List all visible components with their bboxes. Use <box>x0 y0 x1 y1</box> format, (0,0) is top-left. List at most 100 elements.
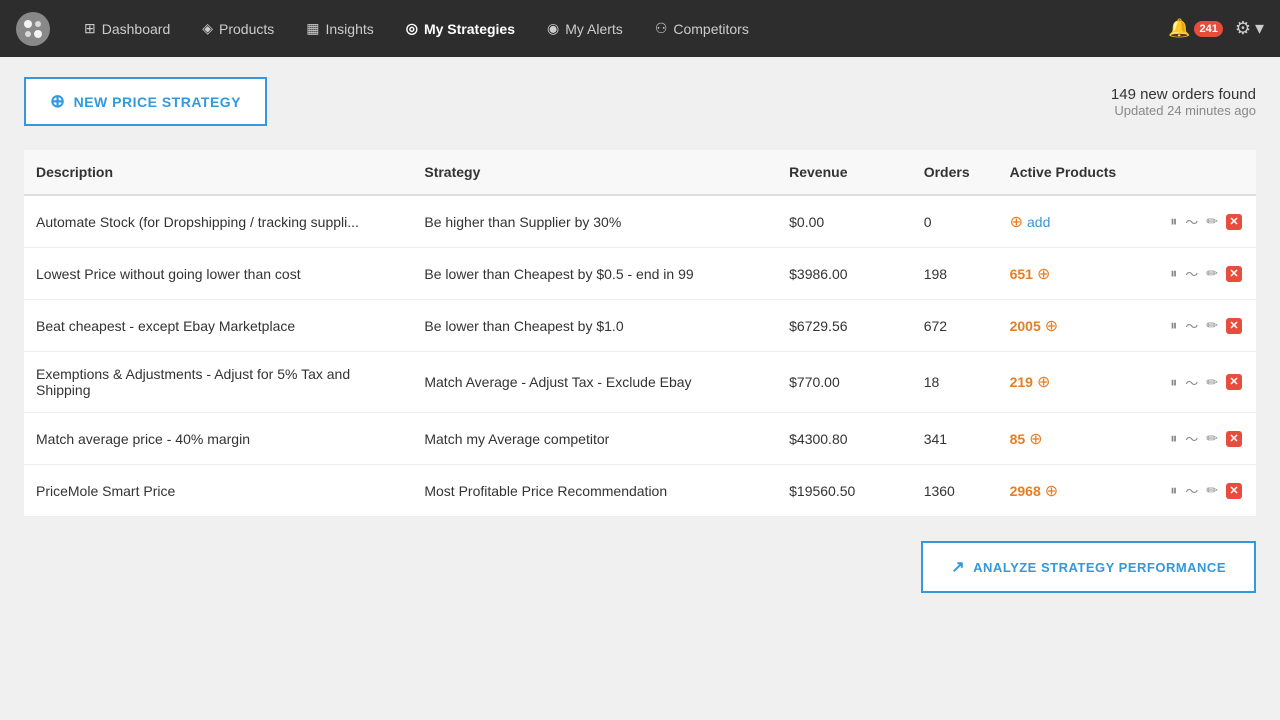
chart-icon: ▦ <box>306 20 319 37</box>
trend-icon: ↗ <box>951 557 965 577</box>
delete-button[interactable]: ✕ <box>1224 429 1244 449</box>
cell-active-products: 651⊕ <box>998 248 1157 300</box>
table-row: Exemptions & Adjustments - Adjust for 5%… <box>24 352 1256 413</box>
orders-updated-text: Updated 24 minutes ago <box>1111 103 1256 118</box>
edit-button[interactable]: ✏ <box>1204 428 1220 449</box>
active-count: 2968 <box>1010 483 1041 499</box>
cell-actions: ⏸ 〜 ✏ ✕ <box>1156 195 1256 248</box>
cell-actions: ⏸ 〜 ✏ ✕ <box>1156 465 1256 517</box>
cell-orders: 672 <box>912 300 998 352</box>
col-header-description: Description <box>24 150 412 195</box>
grid-icon: ⊞ <box>84 20 96 37</box>
pause-button[interactable]: ⏸ <box>1168 480 1179 501</box>
delete-button[interactable]: ✕ <box>1224 481 1244 501</box>
delete-button[interactable]: ✕ <box>1224 372 1244 392</box>
settings-button[interactable]: ⚙ ▾ <box>1235 18 1264 39</box>
active-count: 2005 <box>1010 318 1041 334</box>
notifications-button[interactable]: 🔔 241 <box>1168 18 1223 39</box>
analytics-button[interactable]: 〜 <box>1183 210 1200 233</box>
table-row: PriceMole Smart PriceMost Profitable Pri… <box>24 465 1256 517</box>
analytics-button[interactable]: 〜 <box>1183 371 1200 394</box>
nav-item-insights[interactable]: ▦ Insights <box>292 12 387 45</box>
cell-description: Beat cheapest - except Ebay Marketplace <box>24 300 412 352</box>
add-more-icon[interactable]: ⊕ <box>1037 264 1050 284</box>
star-icon: ◎ <box>406 20 418 37</box>
cell-revenue: $4300.80 <box>777 413 912 465</box>
pause-button[interactable]: ⏸ <box>1168 263 1179 284</box>
table-body: Automate Stock (for Dropshipping / track… <box>24 195 1256 517</box>
nav-item-competitors[interactable]: ⚇ Competitors <box>641 12 763 45</box>
tag-icon: ◈ <box>202 20 213 37</box>
top-bar: ⊕ NEW PRICE STRATEGY 149 new orders foun… <box>24 77 1256 126</box>
active-count: 219 <box>1010 374 1033 390</box>
table-row: Automate Stock (for Dropshipping / track… <box>24 195 1256 248</box>
col-header-strategy: Strategy <box>412 150 777 195</box>
cell-orders: 1360 <box>912 465 998 517</box>
edit-button[interactable]: ✏ <box>1204 372 1220 393</box>
add-more-icon[interactable]: ⊕ <box>1045 316 1058 336</box>
new-price-strategy-button[interactable]: ⊕ NEW PRICE STRATEGY <box>24 77 267 126</box>
cell-orders: 198 <box>912 248 998 300</box>
cell-active-products: 2005⊕ <box>998 300 1157 352</box>
nav-item-dashboard[interactable]: ⊞ Dashboard <box>70 12 184 45</box>
bell-icon: 🔔 <box>1168 18 1190 39</box>
table-row: Beat cheapest - except Ebay MarketplaceB… <box>24 300 1256 352</box>
cell-orders: 0 <box>912 195 998 248</box>
cell-actions: ⏸ 〜 ✏ ✕ <box>1156 248 1256 300</box>
table-row: Lowest Price without going lower than co… <box>24 248 1256 300</box>
analytics-button[interactable]: 〜 <box>1183 479 1200 502</box>
edit-button[interactable]: ✏ <box>1204 315 1220 336</box>
delete-button[interactable]: ✕ <box>1224 264 1244 284</box>
cell-description: Match average price - 40% margin <box>24 413 412 465</box>
edit-button[interactable]: ✏ <box>1204 480 1220 501</box>
delete-button[interactable]: ✕ <box>1224 316 1244 336</box>
cell-description: PriceMole Smart Price <box>24 465 412 517</box>
edit-button[interactable]: ✏ <box>1204 263 1220 284</box>
analytics-button[interactable]: 〜 <box>1183 262 1200 285</box>
add-more-icon[interactable]: ⊕ <box>1045 481 1058 501</box>
plus-circle-icon: ⊕ <box>50 91 66 112</box>
add-more-icon[interactable]: ⊕ <box>1037 372 1050 392</box>
pause-button[interactable]: ⏸ <box>1168 211 1179 232</box>
nav-item-my-strategies[interactable]: ◎ My Strategies <box>392 12 529 45</box>
cell-orders: 341 <box>912 413 998 465</box>
analytics-button[interactable]: 〜 <box>1183 427 1200 450</box>
chevron-down-icon: ▾ <box>1255 18 1264 39</box>
col-header-revenue: Revenue <box>777 150 912 195</box>
nav-item-products[interactable]: ◈ Products <box>188 12 288 45</box>
strategies-table: Description Strategy Revenue Orders Acti… <box>24 150 1256 517</box>
delete-button[interactable]: ✕ <box>1224 212 1244 232</box>
nav-item-my-alerts[interactable]: ◉ My Alerts <box>533 12 637 45</box>
cell-revenue: $6729.56 <box>777 300 912 352</box>
nav-links: ⊞ Dashboard ◈ Products ▦ Insights ◎ My S… <box>70 12 1168 45</box>
main-content: ⊕ NEW PRICE STRATEGY 149 new orders foun… <box>0 57 1280 613</box>
cell-description: Exemptions & Adjustments - Adjust for 5%… <box>24 352 412 413</box>
cell-active-products: 85⊕ <box>998 413 1157 465</box>
edit-button[interactable]: ✏ <box>1204 211 1220 232</box>
cell-strategy: Be higher than Supplier by 30% <box>412 195 777 248</box>
pause-button[interactable]: ⏸ <box>1168 372 1179 393</box>
cell-active-products: 2968⊕ <box>998 465 1157 517</box>
cell-actions: ⏸ 〜 ✏ ✕ <box>1156 300 1256 352</box>
pause-button[interactable]: ⏸ <box>1168 315 1179 336</box>
col-header-actions <box>1156 150 1256 195</box>
users-icon: ⚇ <box>655 20 668 37</box>
analyze-strategy-button[interactable]: ↗ ANALYZE STRATEGY PERFORMANCE <box>921 541 1256 593</box>
cell-strategy: Match my Average competitor <box>412 413 777 465</box>
analytics-button[interactable]: 〜 <box>1183 314 1200 337</box>
cell-revenue: $770.00 <box>777 352 912 413</box>
active-count: 85 <box>1010 431 1026 447</box>
brand-logo[interactable] <box>16 12 50 46</box>
cell-actions: ⏸ 〜 ✏ ✕ <box>1156 352 1256 413</box>
table-row: Match average price - 40% marginMatch my… <box>24 413 1256 465</box>
add-plus-icon: ⊕ <box>1010 212 1023 232</box>
add-more-icon[interactable]: ⊕ <box>1029 429 1042 449</box>
notifications-badge: 241 <box>1194 21 1222 37</box>
cell-revenue: $0.00 <box>777 195 912 248</box>
cell-actions: ⏸ 〜 ✏ ✕ <box>1156 413 1256 465</box>
pause-button[interactable]: ⏸ <box>1168 428 1179 449</box>
table-header: Description Strategy Revenue Orders Acti… <box>24 150 1256 195</box>
cell-description: Automate Stock (for Dropshipping / track… <box>24 195 412 248</box>
cell-revenue: $3986.00 <box>777 248 912 300</box>
add-products-button[interactable]: add <box>1027 214 1050 230</box>
